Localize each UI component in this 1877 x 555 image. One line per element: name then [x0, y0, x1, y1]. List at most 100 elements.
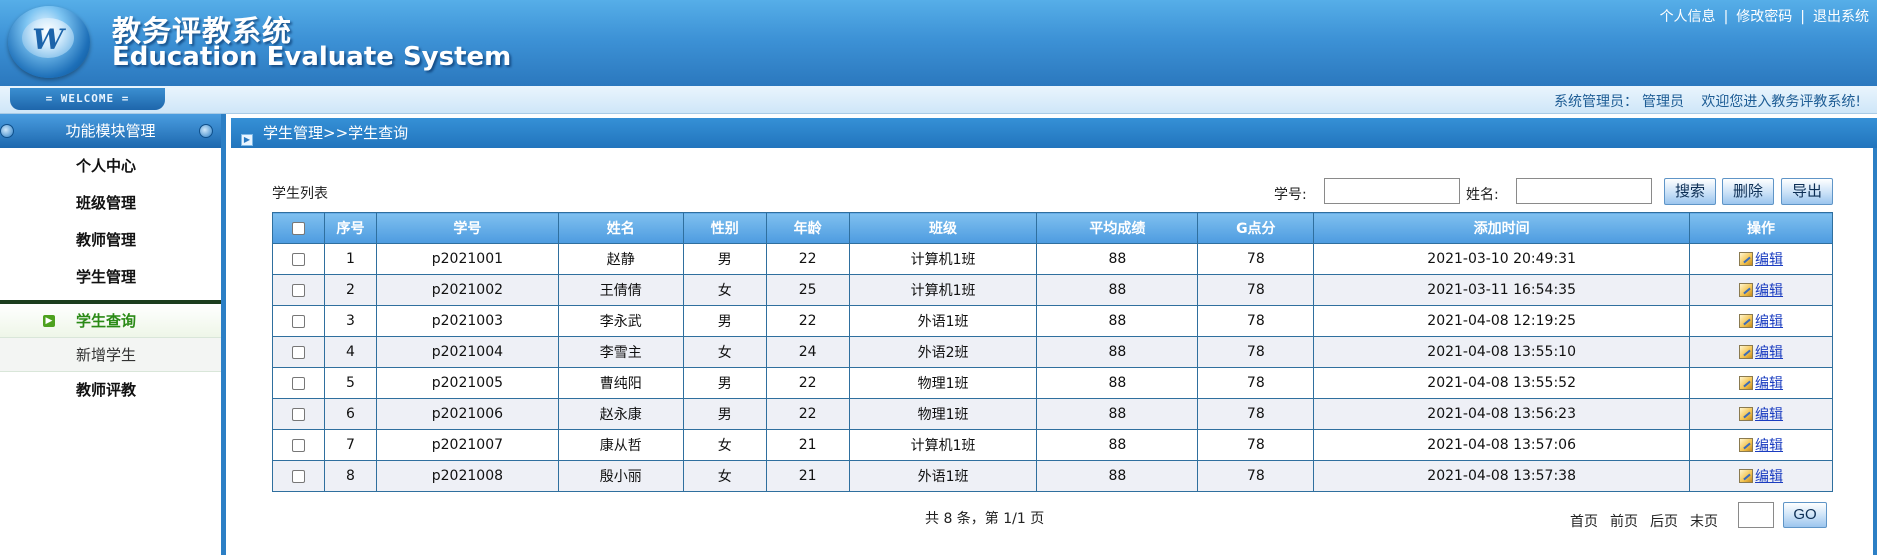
- table-cell: p2021006: [375, 398, 559, 430]
- row-select-cell[interactable]: [272, 398, 325, 430]
- row-select-cell[interactable]: [272, 336, 325, 368]
- table-cell: p2021002: [375, 274, 559, 306]
- sidebar-item-students[interactable]: 学生管理: [0, 259, 221, 296]
- table-cell: 赵静: [557, 243, 684, 275]
- row-checkbox[interactable]: [291, 469, 305, 483]
- table-cell: 2021-04-08 12:19:25: [1313, 305, 1691, 337]
- row-checkbox[interactable]: [291, 376, 305, 390]
- column-header: 姓名: [557, 212, 684, 244]
- column-header: 平均成绩: [1036, 212, 1199, 244]
- delete-button[interactable]: 删除: [1722, 178, 1774, 205]
- table-body: 1 p2021001 赵静男 22 计算机1班 88 78 2021-03-10 20:49:…: [272, 243, 1833, 492]
- table-row: 1 p2021001 赵静男 22 计算机1班 88 78 2021-03-10 20:49:…: [272, 243, 1833, 275]
- edit-icon[interactable]: [1739, 345, 1754, 359]
- sidebar-item-classes[interactable]: 班级管理: [0, 185, 221, 222]
- arrow-right-icon: ▶: [43, 315, 55, 327]
- row-select-cell[interactable]: [272, 460, 325, 492]
- edit-icon[interactable]: [1739, 469, 1754, 483]
- go-button[interactable]: GO: [1783, 502, 1827, 528]
- sidebar-item-teachers[interactable]: 教师管理: [0, 222, 221, 259]
- edit-link[interactable]: 编辑: [1755, 407, 1783, 423]
- edit-icon[interactable]: [1739, 376, 1754, 390]
- student-name-input[interactable]: [1516, 178, 1652, 204]
- prev-page-link[interactable]: 前页: [1610, 514, 1638, 530]
- table-cell: 2021-04-08 13:55:10: [1313, 336, 1691, 368]
- table-cell: 2021-04-08 13:55:52: [1313, 367, 1691, 399]
- sidebar-item-teacher-evaluation[interactable]: 教师评教: [0, 372, 221, 409]
- row-checkbox[interactable]: [291, 345, 305, 359]
- table-cell: 男: [682, 398, 767, 430]
- table-cell: 88: [1036, 398, 1199, 430]
- table-cell: 88: [1036, 305, 1199, 337]
- table-cell: 22: [765, 398, 850, 430]
- table-cell: 物理1班: [848, 398, 1038, 430]
- logo-icon: W: [8, 6, 90, 78]
- sidebar-subitem-add-student[interactable]: 新增学生: [0, 338, 221, 372]
- greeting-text: 欢迎您进入教务评教系统!: [1701, 94, 1861, 110]
- table-cell: 康从哲: [557, 429, 684, 461]
- table-cell: 2021-04-08 13:57:38: [1313, 460, 1691, 492]
- edit-link[interactable]: 编辑: [1755, 252, 1783, 268]
- welcome-bar: = WELCOME = 系统管理员： 管理员 欢迎您进入教务评教系统!: [0, 86, 1877, 114]
- page-icon: ▶: [241, 134, 253, 146]
- student-id-input[interactable]: [1324, 178, 1460, 204]
- search-button[interactable]: 搜索: [1664, 178, 1716, 205]
- first-page-link[interactable]: 首页: [1570, 514, 1598, 530]
- edit-icon[interactable]: [1739, 283, 1754, 297]
- row-checkbox[interactable]: [291, 438, 305, 452]
- edit-link[interactable]: 编辑: [1755, 345, 1783, 361]
- row-checkbox[interactable]: [291, 407, 305, 421]
- select-all-checkbox[interactable]: [291, 221, 305, 235]
- export-button[interactable]: 导出: [1781, 178, 1833, 205]
- logo-letter: W: [32, 23, 64, 56]
- edit-link[interactable]: 编辑: [1755, 376, 1783, 392]
- select-all-cell[interactable]: [272, 212, 325, 244]
- sidebar-subitem-student-query[interactable]: ▶ 学生查询: [0, 304, 221, 338]
- table-cell: 78: [1197, 274, 1315, 306]
- table-cell: 21: [765, 460, 850, 492]
- last-page-link[interactable]: 末页: [1690, 514, 1718, 530]
- edit-link[interactable]: 编辑: [1755, 469, 1783, 485]
- column-header: 添加时间: [1313, 212, 1691, 244]
- row-checkbox[interactable]: [291, 283, 305, 297]
- table-cell: p2021003: [375, 305, 559, 337]
- page-number-input[interactable]: [1738, 502, 1774, 528]
- welcome-badge: = WELCOME =: [10, 88, 165, 110]
- edit-icon[interactable]: [1739, 438, 1754, 452]
- edit-icon[interactable]: [1739, 314, 1754, 328]
- row-select-cell[interactable]: [272, 243, 325, 275]
- table-cell: 22: [765, 243, 850, 275]
- table-row: 3 p2021003 李永武男 22 外语1班 88 78 2021-04-08 12:19:…: [272, 305, 1833, 337]
- row-checkbox[interactable]: [291, 314, 305, 328]
- profile-link[interactable]: 个人信息: [1660, 9, 1716, 25]
- table-cell: 外语1班: [848, 460, 1038, 492]
- logout-link[interactable]: 退出系统: [1813, 9, 1869, 25]
- table-cell: p2021007: [375, 429, 559, 461]
- row-select-cell[interactable]: [272, 429, 325, 461]
- sidebar-title: 功能模块管理: [0, 114, 221, 148]
- edit-link[interactable]: 编辑: [1755, 283, 1783, 299]
- row-select-cell[interactable]: [272, 274, 325, 306]
- edit-link[interactable]: 编辑: [1755, 314, 1783, 330]
- row-select-cell[interactable]: [272, 305, 325, 337]
- row-checkbox[interactable]: [291, 252, 305, 266]
- row-select-cell[interactable]: [272, 367, 325, 399]
- table-cell: 女: [682, 429, 767, 461]
- column-header: 年龄: [765, 212, 850, 244]
- role-label: 系统管理员：: [1554, 94, 1639, 110]
- link-separator: |: [1800, 9, 1805, 25]
- table-cell: 88: [1036, 243, 1199, 275]
- table-cell: 物理1班: [848, 367, 1038, 399]
- table-cell: 88: [1036, 429, 1199, 461]
- edit-icon[interactable]: [1739, 407, 1754, 421]
- next-page-link[interactable]: 后页: [1650, 514, 1678, 530]
- link-separator: |: [1723, 9, 1729, 25]
- edit-link[interactable]: 编辑: [1755, 438, 1783, 454]
- change-password-link[interactable]: 修改密码: [1736, 9, 1792, 25]
- table-cell: 22: [765, 367, 850, 399]
- table-cell: 78: [1197, 367, 1315, 399]
- edit-icon[interactable]: [1739, 252, 1754, 266]
- sidebar-item-profile[interactable]: 个人中心: [0, 148, 221, 185]
- table-cell: 24: [765, 336, 850, 368]
- table-cell: 7: [323, 429, 377, 461]
